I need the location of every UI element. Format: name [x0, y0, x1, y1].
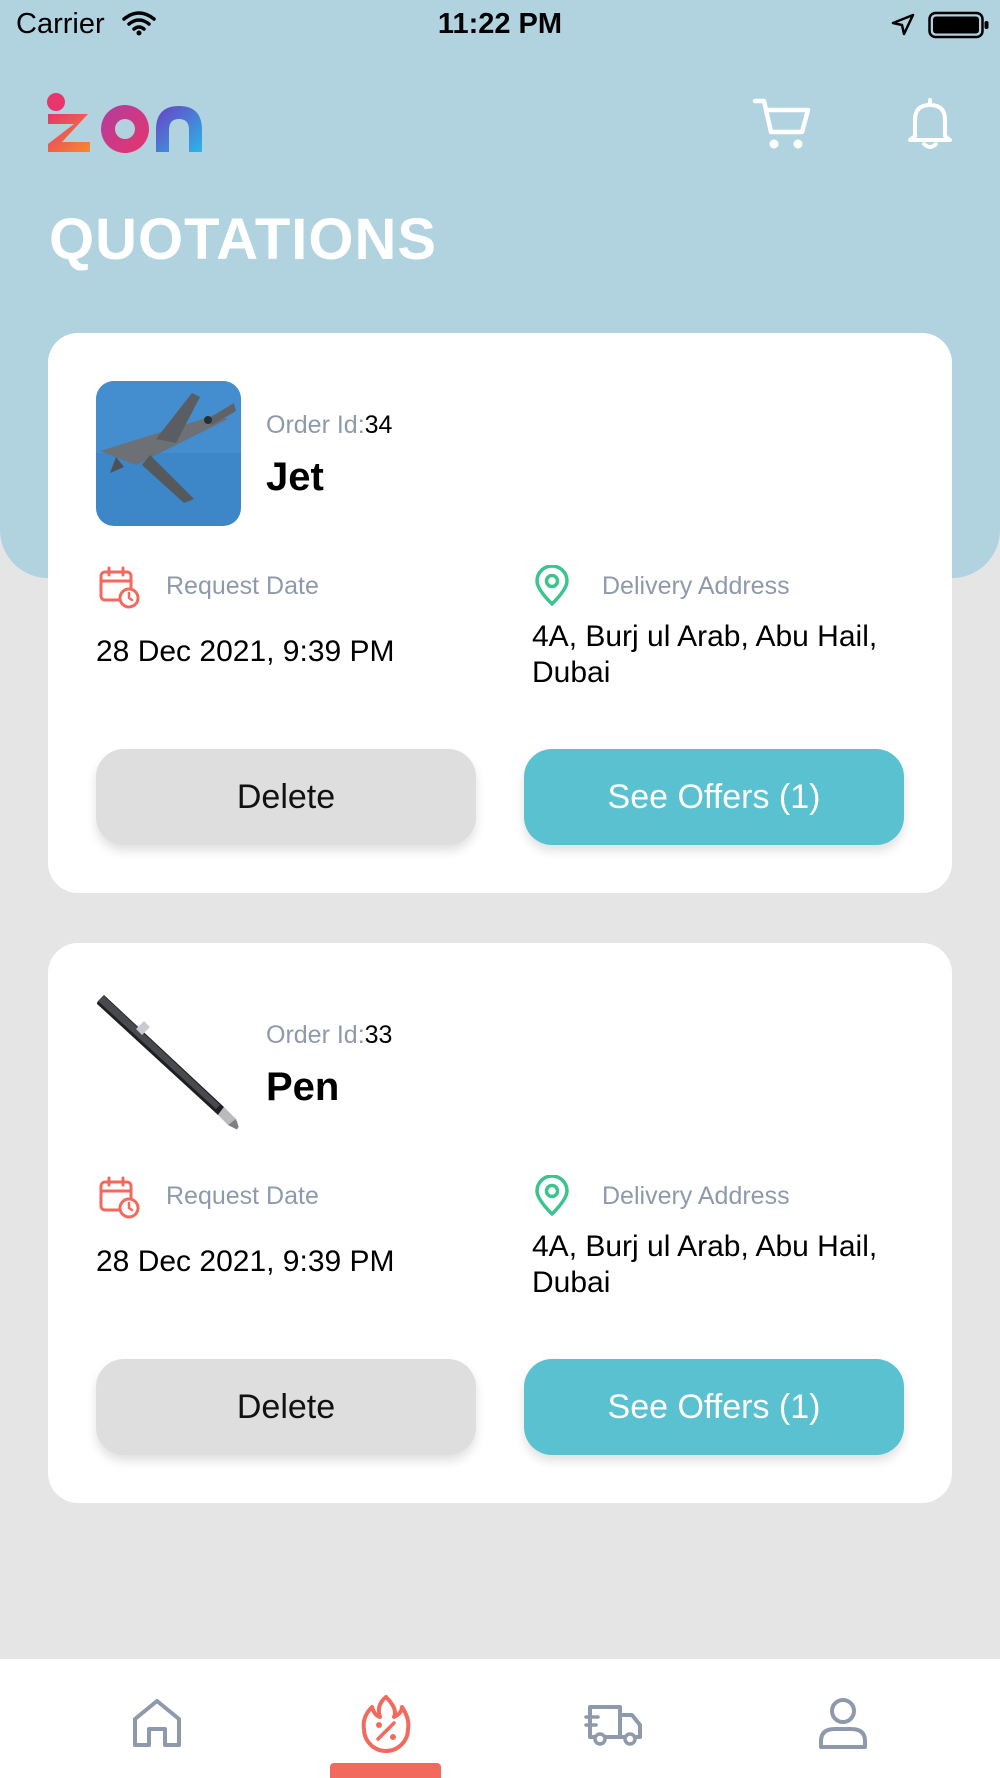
- location-arrow-icon: [891, 13, 915, 36]
- delete-button[interactable]: Delete: [96, 1359, 476, 1455]
- home-icon[interactable]: [127, 1693, 187, 1753]
- bell-icon[interactable]: [906, 96, 954, 150]
- product-name: Jet: [266, 455, 324, 499]
- status-time: 11:22 PM: [437, 8, 563, 40]
- location-pin-icon: [535, 1175, 569, 1216]
- calendar-clock-icon: [99, 1176, 140, 1219]
- location-pin-icon: [535, 565, 569, 606]
- delivery-address-label: Delivery Address: [602, 572, 790, 600]
- cart-icon[interactable]: [752, 96, 812, 152]
- calendar-clock-icon: [99, 566, 140, 609]
- see-offers-button[interactable]: See Offers (1): [524, 1359, 904, 1455]
- battery-icon: [928, 11, 989, 39]
- delivery-address-value: 4A, Burj ul Arab, Abu Hail, Dubai: [532, 620, 878, 689]
- delivery-address-value: 4A, Burj ul Arab, Abu Hail, Dubai: [532, 1230, 878, 1299]
- product-image-pen[interactable]: [96, 991, 241, 1136]
- active-tab-indicator: [330, 1763, 441, 1778]
- quotation-card: Order Id:34 Jet Request Date 28 Dec 2021…: [48, 333, 952, 893]
- profile-icon[interactable]: [813, 1693, 873, 1753]
- zon-logo: [47, 93, 202, 153]
- delete-button[interactable]: Delete: [96, 749, 476, 845]
- quotation-card: Order Id:33 Pen Request Date 28 Dec 2021…: [48, 943, 952, 1503]
- bottom-tab-bar: [0, 1659, 1000, 1778]
- product-name: Pen: [266, 1065, 340, 1109]
- request-date-label: Request Date: [166, 1182, 319, 1210]
- request-date-label: Request Date: [166, 572, 319, 600]
- request-date-value: 28 Dec 2021, 9:39 PM: [96, 635, 395, 668]
- delivery-truck-icon[interactable]: [584, 1693, 644, 1753]
- request-date-value: 28 Dec 2021, 9:39 PM: [96, 1245, 395, 1278]
- offers-icon[interactable]: [356, 1693, 416, 1753]
- order-id-label: Order Id:: [266, 1021, 365, 1049]
- product-image-jet[interactable]: [96, 381, 241, 526]
- order-id: Order Id:34: [266, 411, 392, 440]
- page-title: QUOTATIONS: [49, 207, 438, 272]
- order-id-label: Order Id:: [266, 411, 365, 439]
- delivery-address-label: Delivery Address: [602, 1182, 790, 1210]
- status-bar: Carrier 11:22 PM: [0, 0, 1000, 52]
- order-id: Order Id:33: [266, 1021, 392, 1050]
- see-offers-button[interactable]: See Offers (1): [524, 749, 904, 845]
- order-id-value: 33: [364, 1021, 393, 1049]
- order-id-value: 34: [364, 411, 393, 439]
